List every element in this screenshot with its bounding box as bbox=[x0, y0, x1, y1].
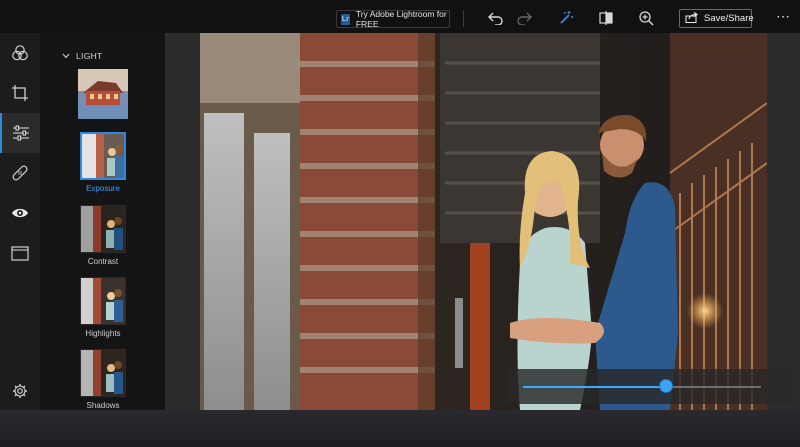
exposure-slider[interactable] bbox=[506, 369, 791, 404]
auto-fix-icon[interactable] bbox=[557, 9, 575, 27]
tool-exposure[interactable]: Exposure bbox=[78, 132, 128, 193]
contrast-thumbnail bbox=[80, 205, 126, 253]
toolbar-divider bbox=[463, 10, 464, 27]
tool-label: Exposure bbox=[86, 184, 120, 193]
more-options-button[interactable]: ⋯ bbox=[774, 9, 792, 27]
share-icon bbox=[685, 11, 698, 26]
edited-photo bbox=[200, 33, 767, 410]
save-share-button[interactable]: Save/Share bbox=[679, 9, 754, 28]
healing-icon bbox=[12, 165, 28, 181]
borders-tool-button[interactable] bbox=[0, 233, 40, 273]
exposure-thumbnail bbox=[80, 132, 126, 180]
looks-icon bbox=[12, 45, 28, 61]
try-lightroom-label: Try Adobe Lightroom for FREE bbox=[355, 9, 447, 29]
red-eye-icon bbox=[12, 208, 28, 218]
tool-label: Highlights bbox=[85, 329, 121, 338]
settings-button[interactable] bbox=[0, 371, 40, 411]
slider-handle[interactable] bbox=[658, 379, 673, 393]
tool-label: Contrast bbox=[87, 257, 119, 266]
slider-track[interactable] bbox=[523, 386, 761, 388]
compare-icon[interactable] bbox=[597, 9, 615, 27]
slider-fill bbox=[523, 386, 666, 388]
tool-highlights[interactable]: Highlights bbox=[78, 277, 128, 338]
light-section-header[interactable]: LIGHT bbox=[62, 51, 103, 61]
light-preview-tile[interactable] bbox=[78, 69, 128, 119]
house-thumbnail bbox=[78, 69, 128, 119]
undo-icon[interactable] bbox=[487, 9, 505, 27]
redo-icon[interactable] bbox=[515, 9, 533, 27]
bottom-bar bbox=[0, 410, 800, 447]
tool-label: Shadows bbox=[86, 401, 120, 410]
lightroom-logo-icon: Lr bbox=[341, 13, 350, 25]
highlights-thumbnail bbox=[80, 277, 126, 325]
red-eye-tool-button[interactable] bbox=[0, 193, 40, 233]
healing-tool-button[interactable] bbox=[0, 153, 40, 193]
crop-tool-button[interactable] bbox=[0, 73, 40, 113]
borders-icon bbox=[11, 245, 29, 261]
adjustments-icon bbox=[13, 125, 29, 141]
chevron-down-icon bbox=[62, 53, 70, 59]
try-lightroom-button[interactable]: Lr Try Adobe Lightroom for FREE bbox=[336, 9, 450, 29]
tool-shadows[interactable]: Shadows bbox=[78, 349, 128, 410]
top-toolbar: Lr Try Adobe Lightroom for FREE Save/Sha… bbox=[0, 0, 800, 33]
crop-icon bbox=[12, 85, 28, 101]
tool-rail bbox=[0, 33, 40, 410]
gear-icon bbox=[13, 384, 27, 398]
tool-contrast[interactable]: Contrast bbox=[78, 205, 128, 266]
adjustments-panel: LIGHT Exposure Contrast Highlights Shado… bbox=[40, 33, 165, 410]
section-title: LIGHT bbox=[76, 51, 103, 61]
shadows-thumbnail bbox=[80, 349, 126, 397]
looks-tool-button[interactable] bbox=[0, 33, 40, 73]
zoom-icon[interactable] bbox=[637, 9, 655, 27]
photo-canvas[interactable] bbox=[165, 33, 800, 410]
save-share-label: Save/Share bbox=[704, 13, 754, 24]
app-window: Lr Try Adobe Lightroom for FREE Save/Sha… bbox=[0, 0, 800, 447]
adjustments-tool-button[interactable] bbox=[0, 113, 40, 153]
